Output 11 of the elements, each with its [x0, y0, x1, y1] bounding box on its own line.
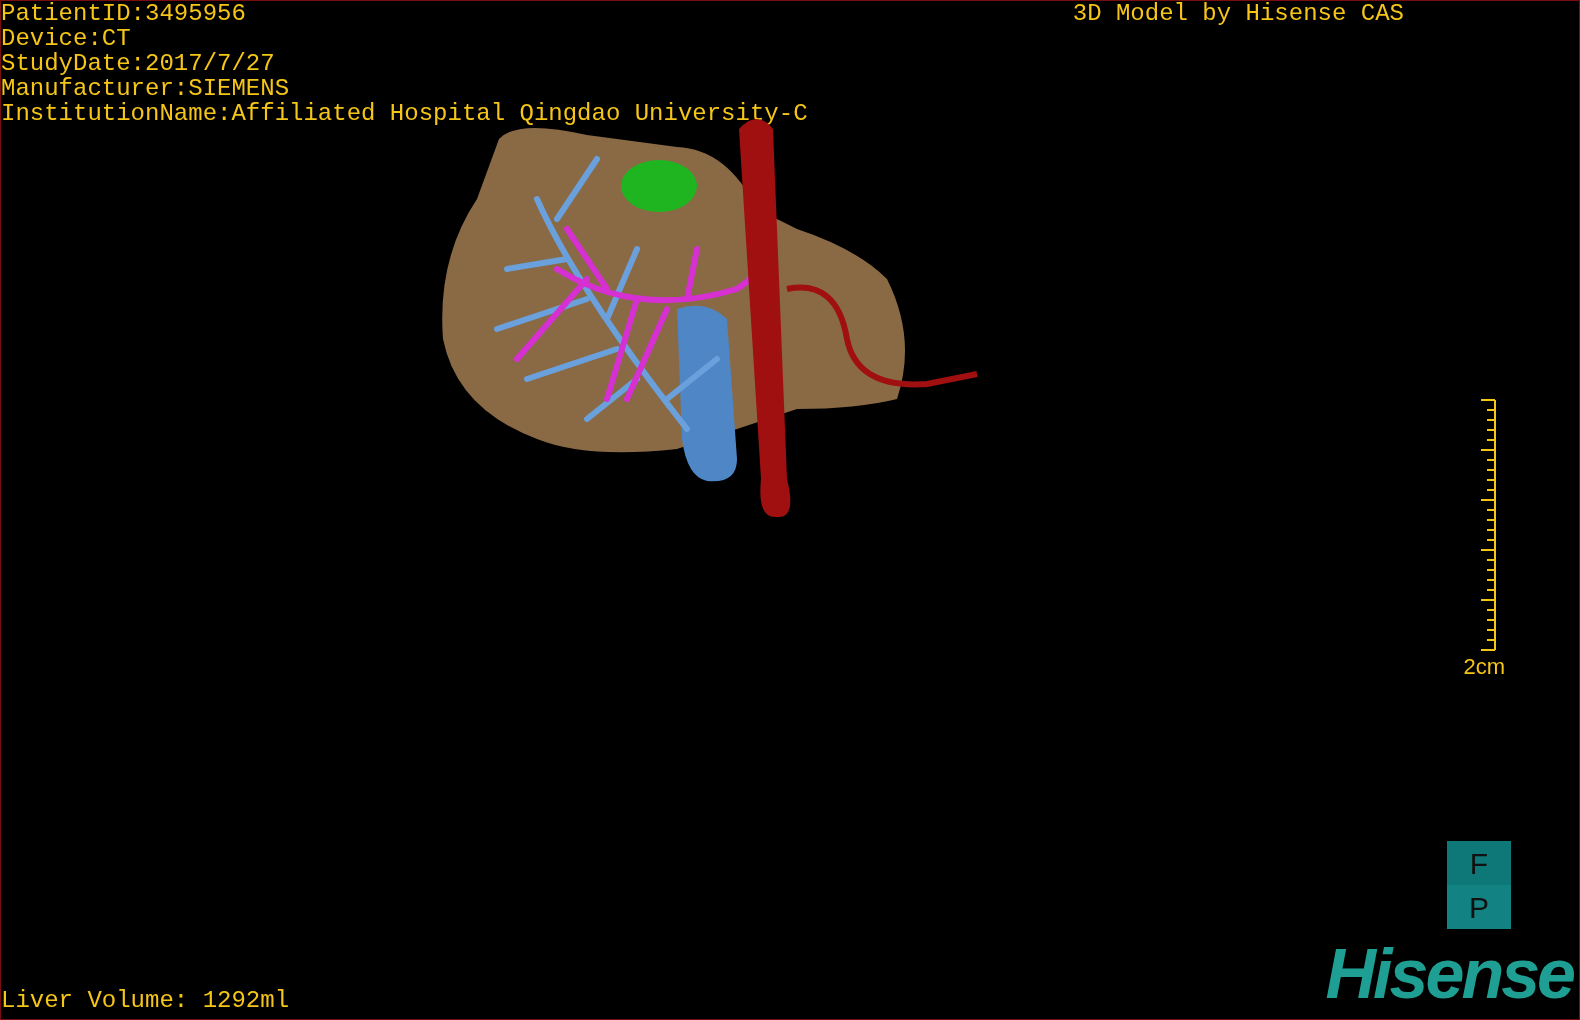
- liver-volume-text: Liver Volume: 1292ml: [1, 988, 290, 1013]
- study-info-text: PatientID:3495956: [1, 1, 247, 26]
- study-info-text: Device:CT: [1, 26, 132, 51]
- study-info-text: StudyDate:2017/7/27: [1, 51, 276, 76]
- brand-logo: Hisense: [1325, 937, 1575, 1011]
- orientation-cube-face[interactable]: P: [1447, 885, 1511, 929]
- credit-text: 3D Model by Hisense CAS: [1072, 1, 1404, 29]
- study-info-text: InstitutionName:Affiliated Hospital Qingdao University-C: [1, 101, 808, 126]
- orientation-cube-face[interactable]: F: [1447, 841, 1511, 885]
- scale-label: 2cm: [1463, 654, 1505, 679]
- study-info-text: Manufacturer:SIEMENS: [1, 76, 291, 101]
